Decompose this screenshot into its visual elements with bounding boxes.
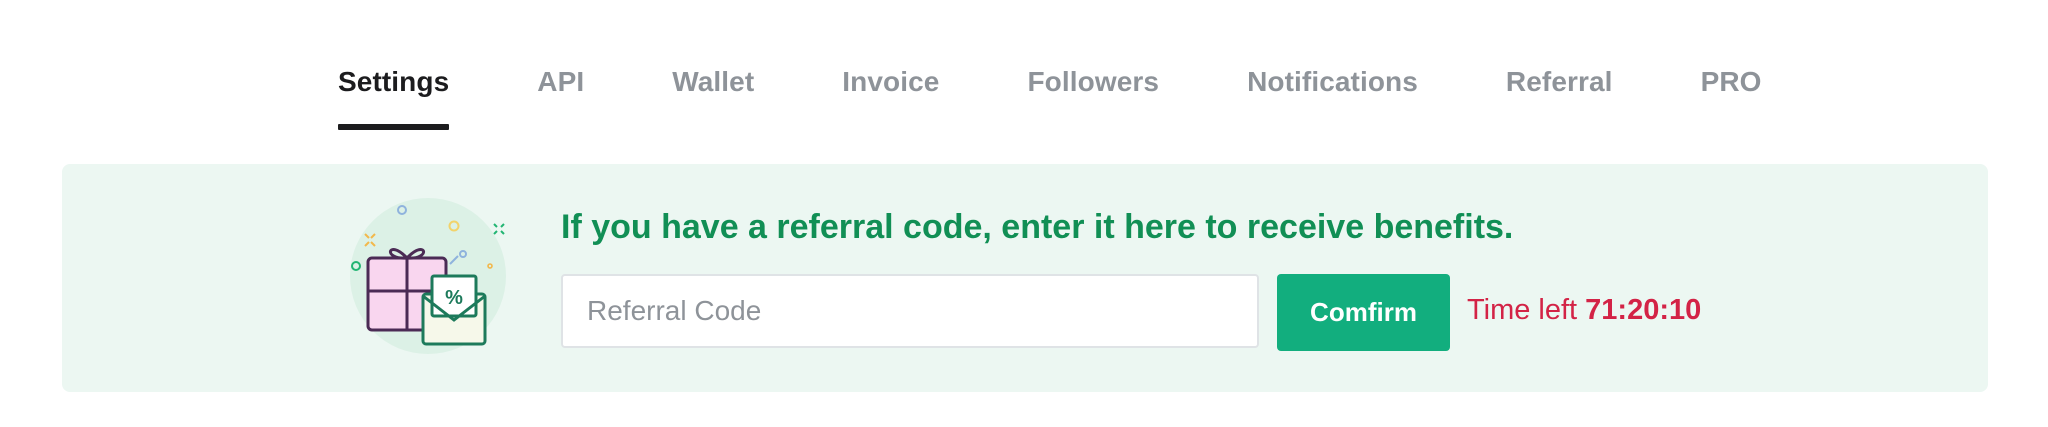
settings-tab-bar: Settings API Wallet Invoice Followers No… (338, 0, 1850, 130)
time-left-label: Time left (1467, 294, 1578, 326)
gift-envelope-icon: % (348, 196, 508, 356)
tab-pro[interactable]: PRO (1701, 0, 1762, 98)
tab-followers[interactable]: Followers (1027, 0, 1159, 98)
time-left-value: 71:20:10 (1585, 294, 1702, 326)
referral-headline: If you have a referral code, enter it he… (561, 208, 1514, 246)
tab-settings[interactable]: Settings (338, 0, 450, 130)
tab-invoice[interactable]: Invoice (842, 0, 939, 98)
confirm-button[interactable]: Comfirm (1277, 274, 1450, 351)
referral-code-input[interactable] (561, 274, 1259, 348)
svg-text:%: % (445, 287, 463, 309)
time-left-countdown: Time left 71:20:10 (1467, 294, 1701, 327)
tab-referral[interactable]: Referral (1506, 0, 1613, 98)
tab-wallet[interactable]: Wallet (672, 0, 754, 98)
tab-api[interactable]: API (537, 0, 584, 98)
tab-notifications[interactable]: Notifications (1247, 0, 1418, 98)
